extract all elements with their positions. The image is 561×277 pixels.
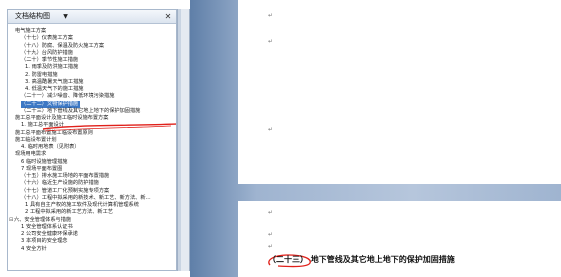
outline-item[interactable]: （十六）临近生产设施的防护措施 bbox=[21, 180, 99, 187]
outline-item[interactable]: （二十）季节性施工措施 bbox=[21, 57, 78, 64]
outline-item[interactable]: 4. 低温天气下的施工措施 bbox=[25, 86, 83, 93]
outline-item[interactable]: 施工临设布置计划 bbox=[15, 137, 57, 144]
paragraph-mark: ↵ bbox=[268, 126, 274, 133]
outline-item[interactable]: ⊟六、安全管理体系与措施 bbox=[9, 217, 71, 224]
outline-item[interactable]: 3 本项目的安全理念 bbox=[21, 238, 67, 245]
outline-item[interactable]: 1 安全管理体系认证书 bbox=[21, 224, 73, 231]
outline-item-label: （十六）临近生产设施的防护措施 bbox=[21, 180, 99, 187]
document-map-header: 文档结构图 ▼ ✕ bbox=[8, 10, 176, 24]
outline-item-label: （十八）工程中拟采用的新技术、新工艺、新方法、新… bbox=[21, 194, 151, 201]
outline-item-label: （二十一）减少噪音、降低环境污染措施 bbox=[21, 93, 115, 100]
outline-item[interactable]: （十七）仪表施工方案 bbox=[21, 35, 73, 42]
outline-item[interactable]: （十五）排水施工场地的平面布置措施 bbox=[21, 173, 109, 180]
outline-item[interactable]: （二十三）地下管线及其它地上地下的保护加固措施 bbox=[21, 108, 140, 115]
outline-item[interactable]: （二十二）文物保护措施 bbox=[21, 100, 81, 108]
paragraph-mark: ↵ bbox=[268, 12, 274, 19]
outline-item[interactable]: 3. 高温酷暑天气施工措施 bbox=[25, 79, 83, 86]
outline-item-label: 3. 高温酷暑天气施工措施 bbox=[25, 78, 84, 85]
outline-item-label: 2 工程中拟采用的新工艺方法、新工艺 bbox=[25, 209, 113, 216]
outline-item-label: （二十三）地下管线及其它地上地下的保护加固措施 bbox=[21, 107, 141, 114]
outline-item-label: 1. 雨季及防洪施工措施 bbox=[25, 64, 79, 71]
outline-item-label: 7 现场平面布置图 bbox=[21, 165, 63, 172]
outline-item-label: 1 安全管理体系认证书 bbox=[21, 223, 73, 230]
outline-item-label: 1 具有自主产权的施工软件及现代计算机管理系统 bbox=[25, 202, 139, 208]
outline-item-label: （二十二）文物保护措施 bbox=[21, 100, 79, 107]
document-area: ↵ ↵ ↵ ↵ ↵ ↵ （二十三） 地下管线及其它地上地下的保护加固措施 bbox=[190, 0, 561, 277]
outline-item[interactable]: 4 安全方针 bbox=[21, 246, 47, 253]
outline-item-label: （十七）仪表施工方案 bbox=[21, 35, 73, 42]
outline-item-label: 4 安全方针 bbox=[21, 245, 47, 252]
outline-item[interactable]: （十八）工程中拟采用的新技术、新工艺、新方法、新… bbox=[21, 195, 151, 202]
outline-item[interactable]: 2. 防雷电措施 bbox=[25, 72, 58, 79]
outline-item-label: （十五）排水施工场地的平面布置措施 bbox=[21, 173, 110, 179]
outline-item-label: 施工临设布置计划 bbox=[15, 136, 57, 143]
outline-item-label: 六、安全管理体系与措施 bbox=[14, 216, 72, 223]
outline-item-label: 4. 临时用地表（见附表） bbox=[21, 144, 80, 150]
outline-item[interactable]: 施工总平面设计及施工临时设施布置方案 bbox=[15, 115, 108, 122]
outline-item-label: （十七）管道工厂化预制实施专项方案 bbox=[21, 187, 110, 194]
outline-item[interactable]: 7 现场平面布置图 bbox=[21, 166, 62, 173]
outline-item-label: 3 本项目的安全理念 bbox=[21, 238, 68, 245]
close-icon[interactable]: ✕ bbox=[163, 11, 173, 22]
document-map-pane: 文档结构图 ▼ ✕ 电气施工方案 （十七）仪表施工方案 （十八）防腐、保温及防火施工… bbox=[7, 9, 177, 271]
document-map-title: 文档结构图 bbox=[15, 12, 50, 20]
outline-item-label: 2. 防雷电措施 bbox=[25, 71, 58, 78]
outline-item-label: 电气施工方案 bbox=[15, 28, 47, 34]
outline-item[interactable]: 4. 临时用地表（见附表） bbox=[21, 144, 79, 151]
paragraph-mark: ↵ bbox=[268, 243, 274, 250]
outline-item[interactable]: 1 具有自主产权的施工软件及现代计算机管理系统 bbox=[25, 202, 139, 209]
outline-item[interactable]: （十七）管道工厂化预制实施专项方案 bbox=[21, 188, 109, 195]
outline-item[interactable]: 2 公司安全健康环保承诺 bbox=[21, 231, 78, 238]
outline-item[interactable]: 1. 雨季及防洪施工措施 bbox=[25, 64, 78, 71]
outline-item[interactable]: （二十一）减少噪音、降低环境污染措施 bbox=[21, 93, 114, 100]
outline-item-label: 施工总平面设计及施工临时设施布置方案 bbox=[15, 115, 109, 121]
chevron-down-icon[interactable]: ▼ bbox=[61, 11, 70, 22]
outline-item[interactable]: 6 临时设施管理措施 bbox=[21, 159, 67, 166]
outline-item-label: （十八）防腐、保温及防火施工方案 bbox=[21, 42, 105, 49]
document-page[interactable]: ↵ ↵ ↵ bbox=[238, 0, 561, 184]
outline-item[interactable]: 电气施工方案 bbox=[15, 28, 46, 35]
paragraph-mark: ↵ bbox=[268, 209, 274, 216]
document-page[interactable]: ↵ ↵ ↵ （二十三） 地下管线及其它地上地下的保护加固措施 bbox=[238, 201, 561, 277]
vertical-scrollbar[interactable] bbox=[181, 9, 190, 271]
paragraph-mark: ↵ bbox=[268, 231, 274, 238]
outline-item-label: 4. 低温天气下的施工措施 bbox=[25, 86, 84, 92]
section-heading: （二十三） 地下管线及其它地上地下的保护加固措施 bbox=[268, 255, 455, 264]
outline-item-label: 2 公司安全健康环保承诺 bbox=[21, 231, 78, 237]
outline-item-label: （十九）台风防护措施 bbox=[21, 49, 73, 56]
outline-item[interactable]: （十八）防腐、保温及防火施工方案 bbox=[21, 43, 104, 50]
outline-item-label: 6 临时设施管理措施 bbox=[21, 158, 68, 165]
outline-item[interactable]: 现场用电需求 bbox=[15, 151, 46, 158]
outline-item[interactable]: 2 工程中拟采用的新工艺方法、新工艺 bbox=[25, 209, 113, 216]
outline-item-label: 现场用电需求 bbox=[15, 151, 47, 158]
paragraph-mark: ↵ bbox=[268, 38, 274, 45]
outline-item[interactable]: （十九）台风防护措施 bbox=[21, 50, 73, 57]
red-annotation-underline bbox=[42, 123, 176, 132]
outline-item-label: （二十）季节性施工措施 bbox=[21, 57, 79, 63]
